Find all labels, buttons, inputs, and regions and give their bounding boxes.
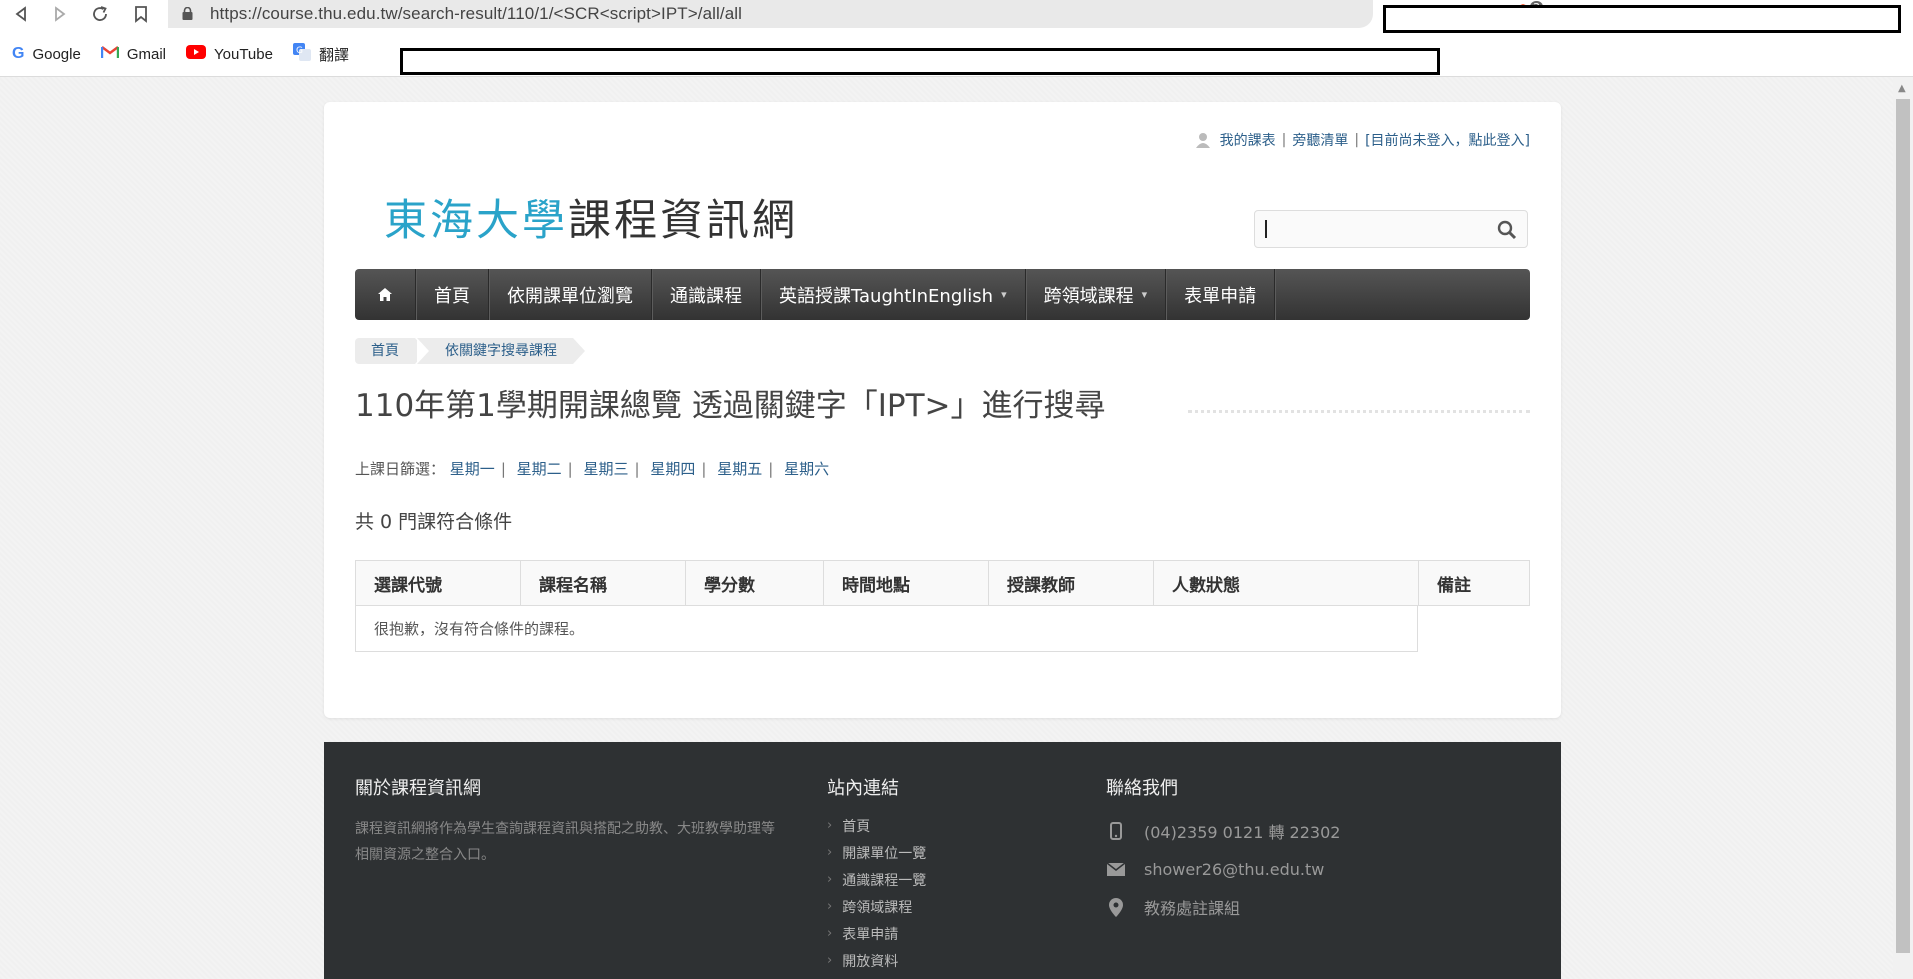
bookmark-google[interactable]: G Google bbox=[12, 45, 81, 63]
user-links: 我的課表 | 旁聽清單 | [目前尚未登入，點此登入] bbox=[1195, 130, 1530, 150]
bookmark-gmail[interactable]: Gmail bbox=[100, 45, 166, 63]
svg-text:G: G bbox=[296, 46, 303, 56]
address-bar[interactable]: https://course.thu.edu.tw/search-result/… bbox=[168, 0, 1543, 28]
scrollbar-thumb[interactable] bbox=[1896, 99, 1910, 953]
home-icon bbox=[378, 288, 392, 301]
contact-office: 教務處註課組 bbox=[1106, 888, 1340, 926]
url-text: https://course.thu.edu.tw/search-result/… bbox=[210, 4, 743, 23]
column-header-credits[interactable]: 學分數 bbox=[686, 561, 824, 605]
footer-links: 站內連結 › 首頁 › 開課單位一覽 › 通識課程一覽 › 跨領域課程 › 表單申請 › 開… bbox=[827, 774, 926, 974]
site-logo[interactable]: 東海大學課程資訊網 bbox=[384, 186, 798, 248]
result-count: 共 0 門課符合條件 bbox=[355, 511, 513, 533]
redacted-region bbox=[400, 48, 1440, 75]
nav-item-interdisciplinary[interactable]: 跨領域課程 ▾ bbox=[1026, 269, 1167, 320]
bookmark-youtube[interactable]: YouTube bbox=[186, 45, 273, 63]
envelope-icon bbox=[1106, 862, 1126, 876]
footer-link-units[interactable]: › 開課單位一覽 bbox=[827, 839, 926, 866]
chevron-right-icon: › bbox=[827, 926, 833, 941]
footer-link-general-ed[interactable]: › 通識課程一覽 bbox=[827, 866, 926, 893]
filter-friday[interactable]: 星期五 bbox=[717, 460, 762, 478]
scroll-up-icon[interactable]: ▲ bbox=[1898, 83, 1906, 94]
footer-link-home[interactable]: › 首頁 bbox=[827, 812, 926, 839]
user-icon bbox=[1195, 133, 1210, 148]
lock-icon bbox=[182, 7, 193, 20]
column-header-enrollment[interactable]: 人數狀態 bbox=[1154, 561, 1419, 605]
breadcrumb: 首頁 依關鍵字搜尋課程 bbox=[355, 338, 587, 364]
nav-item-general-education[interactable]: 通識課程 bbox=[652, 269, 761, 320]
day-filter-label: 上課日篩選： bbox=[355, 460, 446, 478]
chevron-down-icon: ▾ bbox=[1001, 288, 1007, 301]
page-scrollbar[interactable]: ▲ bbox=[1893, 77, 1913, 979]
back-icon[interactable] bbox=[8, 2, 34, 26]
search-icon[interactable] bbox=[1497, 220, 1517, 240]
my-schedule-link[interactable]: 我的課表 bbox=[1220, 130, 1276, 150]
chevron-right-icon: › bbox=[827, 953, 833, 968]
filter-wednesday[interactable]: 星期三 bbox=[584, 460, 629, 478]
day-filter: 上課日篩選： 星期一 | 星期二 | 星期三 | 星期四 | 星期五 | 星期六 bbox=[355, 460, 830, 478]
map-pin-icon bbox=[1106, 897, 1126, 917]
chevron-right-icon: › bbox=[827, 899, 833, 914]
main-nav: 首頁 依開課單位瀏覽 通識課程 英語授課TaughtInEnglish ▾ 跨領域… bbox=[355, 269, 1530, 320]
bookmark-translate[interactable]: G 翻譯 bbox=[292, 43, 349, 65]
footer-link-interdisciplinary[interactable]: › 跨領域課程 bbox=[827, 893, 926, 920]
page-title: 110年第1學期開課總覽 透過關鍵字「IPT>」進行搜尋 bbox=[355, 388, 1106, 424]
footer-link-forms[interactable]: › 表單申請 bbox=[827, 920, 926, 947]
breadcrumb-keyword-search[interactable]: 依關鍵字搜尋課程 bbox=[417, 338, 585, 364]
table-header: 選課代號 課程名稱 學分數 時間地點 授課教師 人數狀態 備註 bbox=[355, 560, 1530, 606]
login-link[interactable]: [目前尚未登入，點此登入] bbox=[1365, 130, 1530, 150]
chevron-right-icon: › bbox=[827, 872, 833, 887]
nav-item-browse-by-unit[interactable]: 依開課單位瀏覽 bbox=[489, 269, 652, 320]
footer-link-open-data[interactable]: › 開放資料 bbox=[827, 947, 926, 974]
nav-item-forms[interactable]: 表單申請 bbox=[1166, 269, 1276, 320]
gmail-icon bbox=[100, 45, 120, 63]
column-header-time-location[interactable]: 時間地點 bbox=[824, 561, 989, 605]
chevron-right-icon: › bbox=[827, 845, 833, 860]
main-card: 我的課表 | 旁聽清單 | [目前尚未登入，點此登入] 東海大學課程資訊網 首頁… bbox=[324, 102, 1561, 718]
bookmark-icon[interactable] bbox=[128, 2, 154, 26]
filter-saturday[interactable]: 星期六 bbox=[784, 460, 829, 478]
breadcrumb-home[interactable]: 首頁 bbox=[355, 338, 427, 364]
column-header-course-name[interactable]: 課程名稱 bbox=[521, 561, 686, 605]
browser-chrome: https://course.thu.edu.tw/search-result/… bbox=[0, 0, 1913, 77]
nav-item-taught-in-english[interactable]: 英語授課TaughtInEnglish ▾ bbox=[761, 269, 1026, 320]
google-icon: G bbox=[12, 45, 25, 62]
footer-links-title: 站內連結 bbox=[827, 778, 899, 799]
bookmarks-bar: G Google Gmail YouTube G 翻譯 bbox=[0, 40, 357, 68]
redacted-region bbox=[1383, 5, 1901, 33]
chevron-right-icon: › bbox=[827, 818, 833, 833]
column-header-remarks[interactable]: 備註 bbox=[1419, 561, 1529, 605]
chevron-down-icon: ▾ bbox=[1141, 288, 1148, 301]
footer-about-title: 關於課程資訊網 bbox=[355, 778, 481, 799]
youtube-icon bbox=[186, 45, 206, 63]
contact-phone: (04)2359 0121 轉 22302 bbox=[1106, 812, 1340, 850]
filter-thursday[interactable]: 星期四 bbox=[650, 460, 695, 478]
course-table: 選課代號 課程名稱 學分數 時間地點 授課教師 人數狀態 備註 很抱歉，沒有符合… bbox=[355, 560, 1530, 652]
column-header-instructor[interactable]: 授課教師 bbox=[989, 561, 1154, 605]
translate-icon: G bbox=[292, 43, 311, 65]
title-divider bbox=[1188, 410, 1530, 413]
filter-tuesday[interactable]: 星期二 bbox=[517, 460, 562, 478]
audit-list-link[interactable]: 旁聽清單 bbox=[1292, 130, 1348, 150]
column-header-course-code[interactable]: 選課代號 bbox=[356, 561, 521, 605]
phone-icon bbox=[1106, 822, 1126, 840]
footer-about: 關於課程資訊網 課程資訊網將作為學生查詢課程資訊與搭配之助教、大班教學助理等相關… bbox=[355, 774, 785, 868]
footer-contact-title: 聯絡我們 bbox=[1106, 778, 1178, 799]
nav-item-home[interactable]: 首頁 bbox=[416, 269, 489, 320]
footer-about-text: 課程資訊網將作為學生查詢課程資訊與搭配之助教、大班教學助理等相關資源之整合入口。 bbox=[355, 821, 775, 863]
forward-icon[interactable] bbox=[47, 2, 73, 26]
site-footer: 關於課程資訊網 課程資訊網將作為學生查詢課程資訊與搭配之助教、大班教學助理等相關… bbox=[324, 742, 1561, 979]
reload-icon[interactable] bbox=[87, 2, 113, 26]
filter-monday[interactable]: 星期一 bbox=[450, 460, 495, 478]
search-input[interactable] bbox=[1254, 210, 1528, 248]
empty-table-message: 很抱歉，沒有符合條件的課程。 bbox=[355, 606, 1418, 652]
contact-email[interactable]: shower26@thu.edu.tw bbox=[1106, 850, 1340, 888]
footer-contact: 聯絡我們 (04)2359 0121 轉 22302 shower26@thu.… bbox=[1106, 774, 1340, 926]
nav-home-icon[interactable] bbox=[355, 269, 416, 320]
text-cursor bbox=[1265, 220, 1267, 238]
